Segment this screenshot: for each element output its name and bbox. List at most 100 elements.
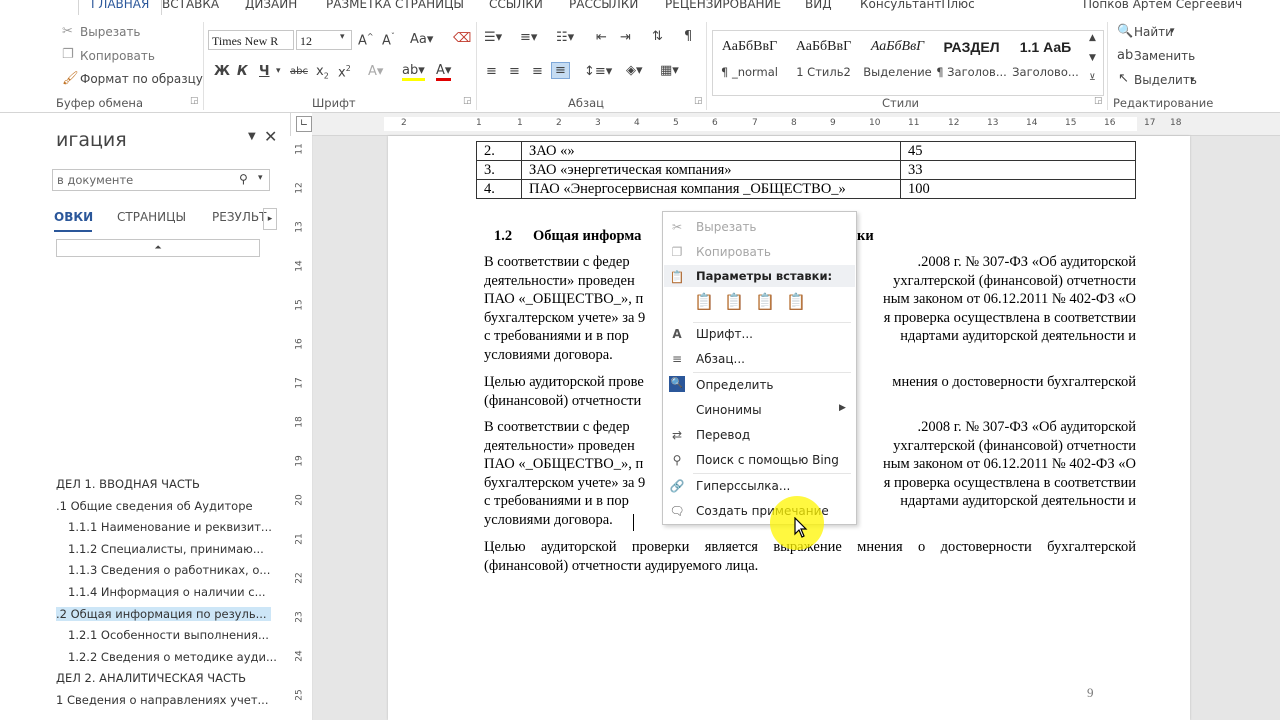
tab-consultant[interactable]: КонсультантПлюс	[860, 0, 975, 11]
style-normal[interactable]: АаБбВвГ ¶ _normal	[713, 31, 786, 93]
numbering-icon[interactable]: ≡▾	[520, 30, 537, 45]
tab-page-layout[interactable]: РАЗМЕТКА СТРАНИЦЫ	[326, 0, 464, 11]
tab-references[interactable]: ССЫЛКИ	[489, 0, 543, 11]
styles-scroll-down-icon[interactable]: ▼	[1089, 53, 1096, 63]
paste-merge-formatting-icon[interactable]: 📋	[723, 292, 745, 316]
align-left-icon[interactable]: ≡	[486, 64, 497, 79]
font-launcher-icon[interactable]: ◲	[463, 96, 472, 106]
nav-search-input[interactable]: в документе	[57, 173, 133, 187]
bullets-icon[interactable]: ☰▾	[484, 30, 502, 45]
menu-item-copy[interactable]: Копировать	[696, 245, 771, 259]
underline-icon[interactable]: Ч	[259, 64, 270, 79]
style-emphasis[interactable]: АаБбВвГ Выделение	[861, 31, 934, 93]
menu-item-synonyms[interactable]: Синонимы	[696, 403, 762, 417]
document-table[interactable]: 2. ЗАО «» 45 3. ЗАО «энергетическая комп…	[476, 141, 1136, 199]
menu-item-translate[interactable]: Перевод	[696, 428, 750, 442]
nav-tree-item[interactable]: 1.2.1 Особенности выполнения...	[68, 628, 269, 642]
format-painter-button[interactable]: Формат по образцу	[80, 72, 203, 86]
nav-tree-item[interactable]: 1.1.3 Сведения о работниках, о...	[68, 563, 270, 577]
change-case-icon[interactable]: Aa▾	[410, 32, 433, 47]
search-dropdown-icon[interactable]: ▾	[258, 173, 263, 183]
nav-tree-item[interactable]: ДЕЛ 1. ВВОДНАЯ ЧАСТЬ	[56, 477, 200, 491]
grow-font-icon[interactable]: A^	[358, 32, 374, 48]
nav-tree-item[interactable]: 1.1.2 Специалисты, принимаю...	[68, 542, 264, 556]
strikethrough-icon[interactable]: abc	[290, 66, 308, 77]
nav-tree-item[interactable]: 1.1.4 Информация о наличии с...	[68, 585, 266, 599]
font-name-combo[interactable]: Times New R	[208, 30, 294, 50]
subscript-icon[interactable]: x2	[316, 64, 329, 81]
tab-home[interactable]: ГЛАВНАЯ	[78, 0, 163, 15]
nav-search-box[interactable]: в документе ⚲ ▾	[52, 169, 270, 191]
style-heading-section[interactable]: РАЗДЕЛ ¶ Заголов...	[935, 31, 1008, 93]
multilevel-list-icon[interactable]: ☷▾	[556, 30, 574, 45]
decrease-indent-icon[interactable]: ⇤	[596, 30, 607, 45]
cut-button[interactable]: Вырезать	[80, 25, 141, 39]
find-button[interactable]: Найти	[1134, 25, 1173, 39]
nav-collapse-bar[interactable]: ⏶	[56, 239, 260, 257]
styles-launcher-icon[interactable]: ◲	[1094, 96, 1103, 106]
nav-tree-item[interactable]: 1.1.1 Наименование и реквизит...	[68, 520, 272, 534]
styles-more-icon[interactable]: ⊻	[1089, 73, 1096, 83]
find-dropdown-icon[interactable]: ▾	[1170, 26, 1175, 36]
select-dropdown-icon[interactable]: ▾	[1190, 75, 1195, 85]
menu-item-paragraph[interactable]: Абзац...	[696, 352, 745, 366]
nav-pane-options-icon[interactable]: ▼	[248, 131, 256, 142]
clipboard-launcher-icon[interactable]: ◲	[190, 96, 199, 106]
tab-design[interactable]: ДИЗАЙН	[245, 0, 297, 11]
show-marks-icon[interactable]: ¶	[684, 29, 692, 44]
underline-dropdown-icon[interactable]: ▾	[276, 66, 281, 76]
clear-formatting-icon[interactable]: ⌫	[453, 31, 471, 46]
tab-review[interactable]: РЕЦЕНЗИРОВАНИЕ	[665, 0, 781, 11]
text-effects-icon[interactable]: A▾	[368, 64, 383, 79]
paste-keep-source-icon[interactable]: 📋	[693, 292, 715, 316]
styles-scroll-up-icon[interactable]: ▲	[1089, 33, 1096, 43]
paragraph-line: бухгалтерском учете» за 9	[484, 474, 646, 491]
copy-button[interactable]: Копировать	[80, 49, 155, 63]
tab-selector-icon[interactable]: ∟	[296, 116, 312, 132]
nav-tree-item[interactable]: .1 Общие сведения об Аудиторе	[56, 499, 253, 513]
justify-icon[interactable]: ≡	[551, 62, 570, 79]
nav-tab-results[interactable]: РЕЗУЛЬТ	[212, 210, 266, 224]
style-heading-2[interactable]: 1.1 АаБ Заголово...	[1009, 31, 1082, 93]
close-icon[interactable]: ✕	[264, 127, 277, 146]
line-spacing-icon[interactable]: ↕≡▾	[584, 64, 612, 79]
search-icon[interactable]: ⚲	[239, 172, 248, 186]
nav-tab-headings[interactable]: ОВКИ	[54, 210, 93, 224]
increase-indent-icon[interactable]: ⇥	[620, 30, 631, 45]
paste-text-only-icon[interactable]: 📋	[785, 292, 807, 316]
style-style2[interactable]: АаБбВвГ 1 Стиль2	[787, 31, 860, 93]
bold-icon[interactable]: Ж	[214, 64, 230, 79]
user-name[interactable]: Попков Артем Сергеевич	[1083, 0, 1242, 11]
borders-icon[interactable]: ▦▾	[660, 63, 679, 78]
replace-button[interactable]: Заменить	[1134, 49, 1195, 63]
tab-view[interactable]: ВИД	[805, 0, 832, 11]
menu-item-define[interactable]: Определить	[696, 378, 774, 392]
shading-icon[interactable]: ◈▾	[626, 63, 643, 78]
italic-icon[interactable]: К	[237, 64, 248, 79]
align-right-icon[interactable]: ≡	[532, 64, 543, 79]
font-color-icon[interactable]: A▾	[436, 63, 452, 81]
select-button[interactable]: Выделить	[1134, 73, 1197, 87]
paragraph-launcher-icon[interactable]: ◲	[694, 96, 703, 106]
paste-picture-icon[interactable]: 📋	[754, 292, 776, 316]
superscript-icon[interactable]: x2	[338, 64, 351, 80]
nav-tree-item[interactable]: .2 Общая информация по резуль...	[56, 606, 271, 621]
highlight-icon[interactable]: ab▾	[402, 63, 425, 81]
menu-item-cut[interactable]: Вырезать	[696, 220, 757, 234]
sort-icon[interactable]: ⇅	[652, 29, 663, 44]
tab-insert[interactable]: ВСТАВКА	[162, 0, 219, 11]
align-center-icon[interactable]: ≡	[509, 64, 520, 79]
menu-item-hyperlink[interactable]: Гиперссылка...	[696, 479, 790, 493]
nav-tab-scroll-icon[interactable]: ▸	[263, 208, 277, 230]
menu-item-font[interactable]: Шрифт...	[696, 327, 753, 341]
nav-tree-item[interactable]: 1.2.2 Сведения о методике ауди...	[68, 650, 277, 664]
vertical-ruler[interactable]: 11 12 13 14 15 16 17 18 19 20 21 22 23 24 25	[290, 136, 313, 720]
nav-tab-pages[interactable]: СТРАНИЦЫ	[117, 210, 186, 224]
tab-mailings[interactable]: РАССЫЛКИ	[569, 0, 638, 11]
menu-item-bing-search[interactable]: Поиск с помощью Bing	[696, 453, 839, 467]
nav-tree-item[interactable]: ДЕЛ 2. АНАЛИТИЧЕСКАЯ ЧАСТЬ	[56, 671, 246, 685]
horizontal-ruler[interactable]: ∟ 2 1 1 2 3 4 5 6 7 8 9 10 11 12 13 14 15 16 17 18	[296, 113, 1280, 136]
nav-tree-item[interactable]: 1 Сведения о направлениях учет...	[56, 693, 269, 707]
font-size-dropdown-icon[interactable]: ▾	[340, 32, 345, 42]
shrink-font-icon[interactable]: Aˇ	[382, 32, 395, 48]
